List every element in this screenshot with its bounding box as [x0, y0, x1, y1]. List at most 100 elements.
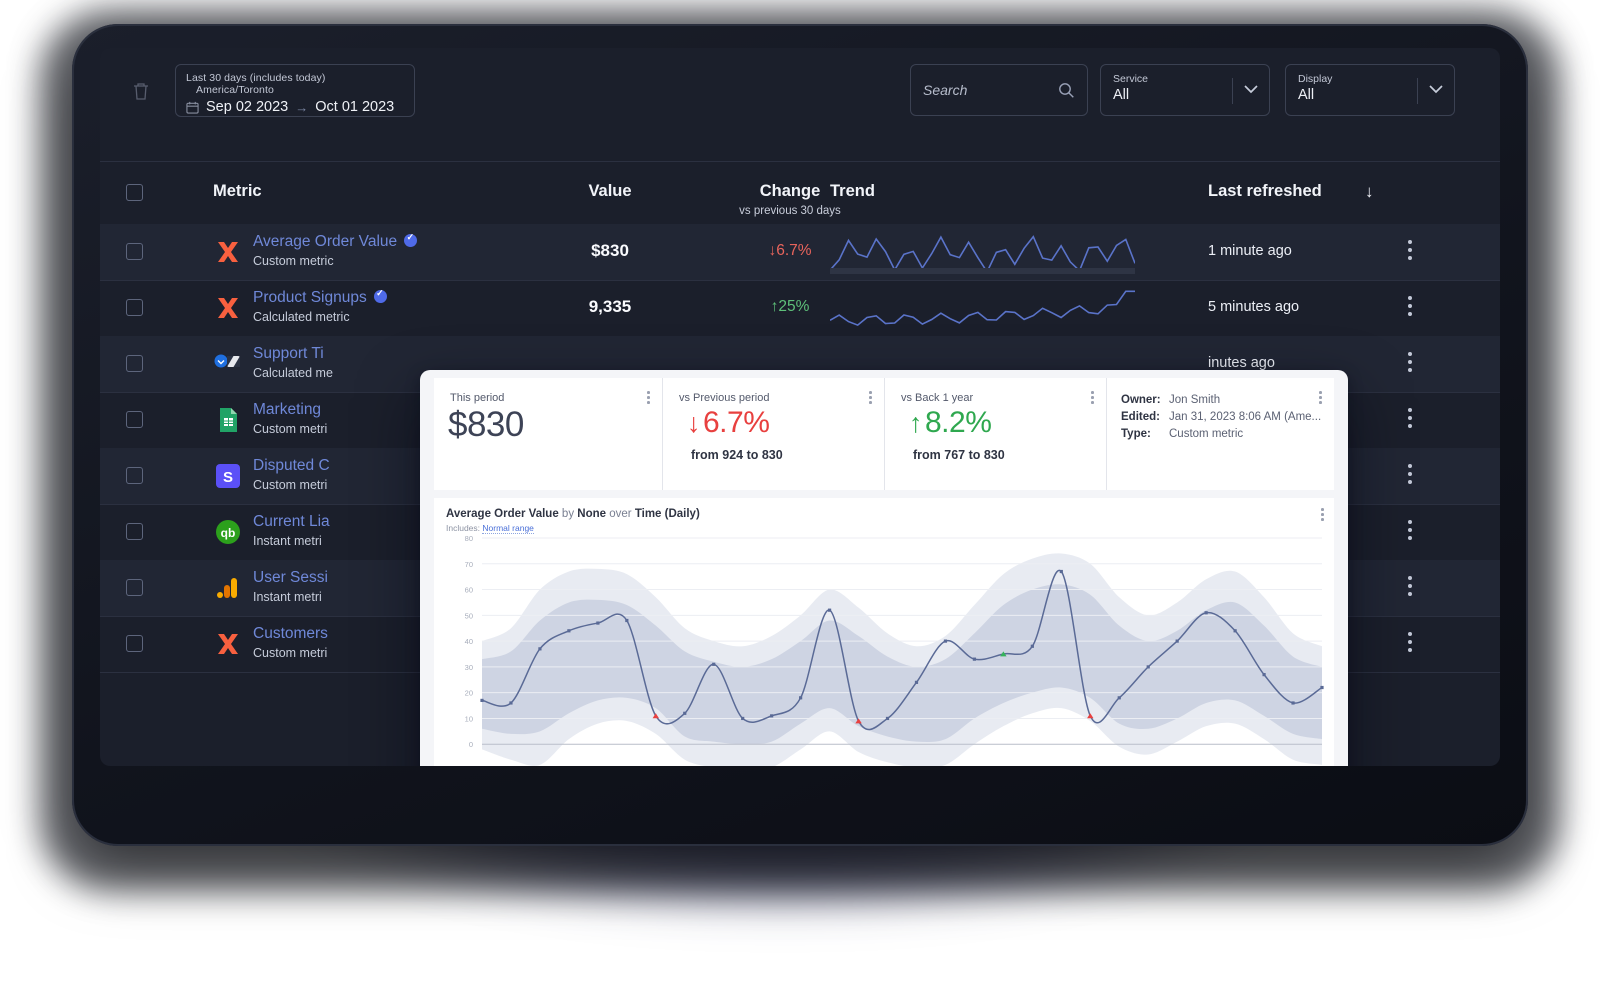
row-checkbox[interactable] [126, 355, 143, 372]
chart-data-point[interactable] [799, 696, 803, 700]
metric-name[interactable]: Support Ti [253, 345, 324, 363]
row-kebab-menu-icon[interactable] [1408, 520, 1412, 544]
chart-data-point[interactable] [885, 716, 890, 721]
chart-data-point[interactable] [509, 701, 513, 705]
chart-data-point[interactable] [1059, 569, 1063, 574]
metric-type: Instant metri [253, 534, 322, 548]
chart-title-over: over [609, 508, 632, 520]
kebab-menu-icon[interactable] [647, 391, 650, 407]
google-sheets-icon [213, 405, 243, 435]
row-checkbox[interactable] [126, 411, 143, 428]
metric-name[interactable]: Product Signups [253, 288, 387, 307]
stripe-icon: S [213, 461, 243, 491]
table-row[interactable]: Average Order ValueCustom metric$830↓6.7… [100, 224, 1500, 280]
kebab-menu-icon[interactable] [869, 391, 872, 407]
chevron-down-icon[interactable] [1244, 85, 1258, 94]
metric-type: Custom metri [253, 646, 328, 660]
arrow-down-icon[interactable]: ↓ [1365, 182, 1374, 202]
line-chart: -1001020304050607080Sep 2Sep 3Sep 4Sep 5… [465, 534, 1324, 766]
meta-edited-label: Edited: [1121, 411, 1160, 423]
column-header-trend[interactable]: Trend [830, 182, 875, 201]
chart-data-point[interactable] [1291, 701, 1295, 705]
kpi-value: $830 [448, 405, 524, 444]
kebab-menu-icon[interactable] [1321, 508, 1324, 524]
row-checkbox[interactable] [126, 299, 143, 316]
y-axis-tick-label: 50 [465, 611, 473, 620]
row-checkbox[interactable] [126, 579, 143, 596]
select-all-checkbox[interactable] [126, 184, 143, 201]
chart-data-point[interactable] [770, 714, 774, 718]
row-kebab-menu-icon[interactable] [1408, 296, 1412, 320]
screenshot-root: Last 30 days (includes today) America/To… [0, 0, 1600, 987]
meta-edited-value: Jan 31, 2023 8:06 AM (Ame... [1169, 411, 1322, 423]
row-checkbox[interactable] [126, 635, 143, 652]
last-refreshed-value: 5 minutes ago [1208, 299, 1300, 315]
chevron-down-icon[interactable] [1429, 85, 1443, 94]
row-kebab-menu-icon[interactable] [1408, 240, 1412, 264]
metric-name[interactable]: User Sessi [253, 569, 328, 587]
chart-data-point[interactable] [625, 618, 629, 623]
arrow-down-icon: ↓ [687, 408, 701, 438]
chart-data-point[interactable] [480, 698, 484, 702]
verified-badge-icon [404, 232, 418, 247]
chart-data-point[interactable] [683, 711, 687, 715]
search-icon[interactable] [1058, 82, 1075, 99]
row-checkbox[interactable] [126, 523, 143, 540]
chart-data-point[interactable] [1204, 611, 1208, 615]
row-kebab-menu-icon[interactable] [1408, 408, 1412, 432]
chart-data-point[interactable] [538, 647, 542, 651]
kpi-from-to: from 767 to 830 [913, 448, 1005, 462]
x-logo-icon [213, 237, 243, 267]
chart-data-point[interactable] [1117, 696, 1121, 700]
metric-name[interactable]: Customers [253, 625, 328, 643]
y-axis-tick-label: 10 [465, 714, 473, 723]
chart-data-point[interactable] [827, 608, 832, 612]
trash-icon[interactable] [132, 81, 150, 101]
row-kebab-menu-icon[interactable] [1408, 464, 1412, 488]
chart-data-point[interactable] [741, 716, 745, 721]
date-range-picker[interactable]: Last 30 days (includes today) America/To… [175, 64, 415, 117]
chart-data-point[interactable] [712, 662, 716, 666]
metric-name[interactable]: Disputed C [253, 457, 330, 475]
row-checkbox[interactable] [126, 243, 143, 260]
chart-data-point[interactable] [1320, 685, 1324, 690]
chart-data-point[interactable] [972, 657, 977, 661]
row-checkbox[interactable] [126, 467, 143, 484]
kpi-strip: This period $830 vs Previous period ↓ 6.7… [420, 378, 1348, 490]
row-kebab-menu-icon[interactable] [1408, 576, 1412, 600]
metric-name[interactable]: Current Lia [253, 513, 330, 531]
row-kebab-menu-icon[interactable] [1408, 632, 1412, 656]
last-refreshed-value: inutes ago [1208, 355, 1275, 371]
search-field[interactable]: Search [910, 64, 1088, 116]
chart-title: Average Order Value by None over Time (D… [446, 508, 700, 520]
kpi-delta-value: 8.2% [925, 406, 992, 439]
chart-data-point[interactable] [1262, 673, 1266, 677]
column-header-metric[interactable]: Metric [213, 182, 262, 201]
metric-name[interactable]: Average Order Value [253, 232, 418, 251]
search-input[interactable]: Search [923, 82, 1058, 98]
display-filter-select[interactable]: Display All [1285, 64, 1455, 116]
intercom-zendesk-icon [213, 349, 243, 379]
chart-data-point[interactable] [567, 629, 571, 633]
chart-data-point[interactable] [1233, 629, 1237, 633]
service-filter-select[interactable]: Service All [1100, 64, 1270, 116]
y-axis-tick-label: 80 [465, 534, 473, 543]
chart-data-point[interactable] [1175, 639, 1179, 643]
x-logo-icon [213, 293, 243, 323]
chart-data-point[interactable] [1146, 665, 1150, 669]
row-kebab-menu-icon[interactable] [1408, 352, 1412, 376]
table-row[interactable]: Product SignupsCalculated metric9,335↑25… [100, 280, 1500, 336]
chart-data-point[interactable] [596, 621, 600, 625]
y-axis-tick-label: 40 [465, 637, 473, 646]
chart-data-point[interactable] [1030, 644, 1034, 648]
meta-owner-value: Jon Smith [1169, 394, 1221, 406]
column-header-value[interactable]: Value [530, 182, 690, 201]
kpi-title: vs Back 1 year [901, 392, 974, 404]
column-header-last-refreshed[interactable]: Last refreshed [1208, 182, 1322, 201]
date-range-preset: Last 30 days (includes today) [186, 72, 326, 84]
kebab-menu-icon[interactable] [1091, 391, 1094, 407]
svg-text:qb: qb [221, 526, 236, 540]
chart-data-point[interactable] [943, 639, 948, 643]
chart-data-point[interactable] [914, 680, 919, 684]
metric-name[interactable]: Marketing [253, 401, 321, 419]
